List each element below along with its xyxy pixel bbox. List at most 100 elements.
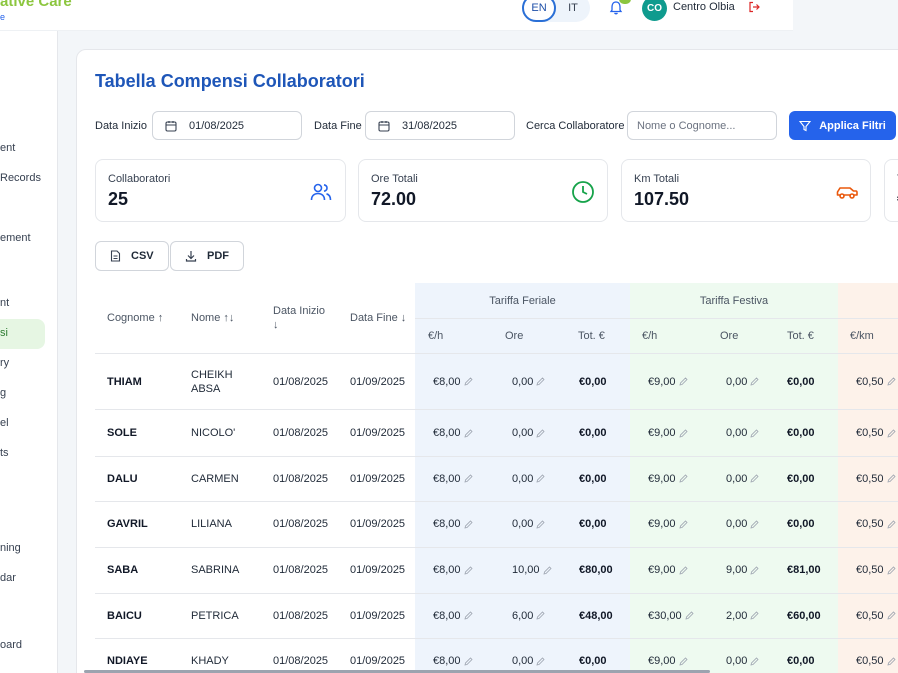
cell-fer_rate[interactable]: €8,00 bbox=[433, 564, 473, 576]
edit-icon[interactable] bbox=[536, 611, 545, 620]
end-date-field[interactable]: 31/08/2025 bbox=[365, 111, 515, 140]
cell-value: 9,00 bbox=[726, 564, 748, 576]
col-header-data-fine[interactable]: Data Fine ↓ bbox=[350, 312, 406, 324]
start-date-field[interactable]: 01/08/2025 bbox=[152, 111, 302, 140]
cell-fes_ore[interactable]: 0,00 bbox=[726, 376, 759, 388]
avatar[interactable]: CO bbox=[642, 0, 667, 21]
cell-fer_rate[interactable]: €8,00 bbox=[433, 427, 473, 439]
sidebar-item-active[interactable]: si bbox=[0, 319, 45, 349]
edit-icon[interactable] bbox=[750, 474, 759, 483]
edit-icon[interactable] bbox=[886, 566, 896, 575]
search-field[interactable] bbox=[627, 111, 777, 140]
edit-icon[interactable] bbox=[678, 377, 688, 386]
lang-en-button[interactable]: EN bbox=[522, 0, 556, 22]
sidebar-item-8[interactable]: el bbox=[0, 417, 9, 429]
cell-fes_rate[interactable]: €9,00 bbox=[648, 473, 688, 485]
col-header-nome[interactable]: Nome ↑↓ bbox=[191, 312, 234, 324]
cell-km[interactable]: €0,50 bbox=[856, 564, 896, 576]
edit-icon[interactable] bbox=[463, 377, 473, 386]
user-name[interactable]: Centro Olbia bbox=[673, 1, 735, 13]
cell-fer_rate[interactable]: €8,00 bbox=[433, 610, 473, 622]
download-icon bbox=[185, 251, 197, 262]
edit-icon[interactable] bbox=[886, 429, 896, 438]
cell-km[interactable]: €0,50 bbox=[856, 473, 896, 485]
edit-icon[interactable] bbox=[750, 611, 759, 620]
cell-fer_ore[interactable]: 0,00 bbox=[512, 518, 545, 530]
edit-icon[interactable] bbox=[463, 520, 473, 529]
sidebar-item-1[interactable]: ent bbox=[0, 142, 15, 154]
col-header-cognome[interactable]: Cognome ↑ bbox=[107, 312, 163, 324]
edit-icon[interactable] bbox=[678, 520, 688, 529]
edit-icon[interactable] bbox=[750, 377, 759, 386]
apply-filters-button[interactable]: Applica Filtri bbox=[789, 111, 896, 140]
cell-fes_rate[interactable]: €9,00 bbox=[648, 655, 688, 667]
cell-km[interactable]: €0,50 bbox=[856, 610, 896, 622]
edit-icon[interactable] bbox=[536, 429, 545, 438]
lang-it-button[interactable]: IT bbox=[556, 0, 590, 22]
cell-fes_rate[interactable]: €9,00 bbox=[648, 564, 688, 576]
edit-icon[interactable] bbox=[886, 520, 896, 529]
edit-icon[interactable] bbox=[536, 377, 545, 386]
cell-fes_ore[interactable]: 2,00 bbox=[726, 610, 759, 622]
edit-icon[interactable] bbox=[750, 657, 759, 666]
cell-km[interactable]: €0,50 bbox=[856, 376, 896, 388]
cell-fes_rate[interactable]: €9,00 bbox=[648, 376, 688, 388]
cell-fes_ore[interactable]: 0,00 bbox=[726, 473, 759, 485]
cell-fes_rate[interactable]: €9,00 bbox=[648, 518, 688, 530]
sidebar-item-7[interactable]: g bbox=[0, 387, 6, 399]
sidebar-item-12[interactable]: oard bbox=[0, 639, 22, 651]
cell-fes_rate[interactable]: €30,00 bbox=[648, 610, 694, 622]
pdf-export-button[interactable]: PDF bbox=[170, 241, 244, 271]
edit-icon[interactable] bbox=[536, 657, 545, 666]
edit-icon[interactable] bbox=[536, 520, 545, 529]
cell-fer_rate[interactable]: €8,00 bbox=[433, 376, 473, 388]
cell-fer_ore[interactable]: 0,00 bbox=[512, 655, 545, 667]
edit-icon[interactable] bbox=[750, 566, 759, 575]
cell-fer_rate[interactable]: €8,00 bbox=[433, 655, 473, 667]
sidebar-item-10[interactable]: ning bbox=[0, 542, 21, 554]
sidebar-item-4[interactable]: nt bbox=[0, 297, 9, 309]
cell-fer_ore[interactable]: 0,00 bbox=[512, 427, 545, 439]
edit-icon[interactable] bbox=[678, 657, 688, 666]
col-header-data-inizio[interactable]: Data Inizio ↓ bbox=[273, 304, 333, 332]
edit-icon[interactable] bbox=[886, 377, 896, 386]
logout-icon[interactable] bbox=[748, 1, 760, 13]
cell-fer_ore[interactable]: 6,00 bbox=[512, 610, 545, 622]
cell-fes_ore[interactable]: 9,00 bbox=[726, 564, 759, 576]
edit-icon[interactable] bbox=[463, 611, 473, 620]
csv-export-button[interactable]: CSV bbox=[95, 241, 169, 271]
edit-icon[interactable] bbox=[463, 474, 473, 483]
sidebar-item-6[interactable]: ry bbox=[0, 357, 9, 369]
sidebar-item-11[interactable]: dar bbox=[0, 572, 16, 584]
cell-km[interactable]: €0,50 bbox=[856, 518, 896, 530]
edit-icon[interactable] bbox=[463, 657, 473, 666]
cell-fer_rate[interactable]: €8,00 bbox=[433, 518, 473, 530]
cell-fer_rate[interactable]: €8,00 bbox=[433, 473, 473, 485]
cell-fes_ore[interactable]: 0,00 bbox=[726, 655, 759, 667]
edit-icon[interactable] bbox=[542, 566, 552, 575]
edit-icon[interactable] bbox=[463, 429, 473, 438]
edit-icon[interactable] bbox=[678, 566, 688, 575]
sidebar-item-2[interactable]: Records bbox=[0, 172, 41, 184]
cell-fes_ore[interactable]: 0,00 bbox=[726, 427, 759, 439]
sidebar-item-3[interactable]: ement bbox=[0, 232, 31, 244]
cell-fes_ore[interactable]: 0,00 bbox=[726, 518, 759, 530]
search-input[interactable] bbox=[637, 119, 767, 132]
edit-icon[interactable] bbox=[685, 611, 694, 620]
cell-fer_ore[interactable]: 0,00 bbox=[512, 473, 545, 485]
edit-icon[interactable] bbox=[536, 474, 545, 483]
edit-icon[interactable] bbox=[678, 429, 688, 438]
edit-icon[interactable] bbox=[463, 566, 473, 575]
edit-icon[interactable] bbox=[886, 474, 896, 483]
edit-icon[interactable] bbox=[750, 429, 759, 438]
sidebar-item-9[interactable]: ts bbox=[0, 447, 9, 459]
cell-fer_ore[interactable]: 0,00 bbox=[512, 376, 545, 388]
edit-icon[interactable] bbox=[678, 474, 688, 483]
cell-km[interactable]: €0,50 bbox=[856, 655, 896, 667]
edit-icon[interactable] bbox=[750, 520, 759, 529]
cell-fer_ore[interactable]: 10,00 bbox=[512, 564, 552, 576]
cell-km[interactable]: €0,50 bbox=[856, 427, 896, 439]
edit-icon[interactable] bbox=[886, 611, 896, 620]
edit-icon[interactable] bbox=[886, 657, 896, 666]
cell-fes_rate[interactable]: €9,00 bbox=[648, 427, 688, 439]
